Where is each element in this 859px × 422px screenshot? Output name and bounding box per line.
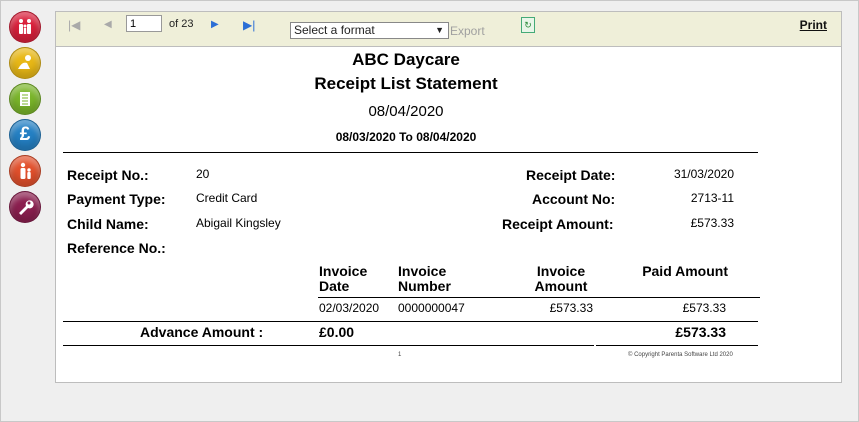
payment-type-label: Payment Type: xyxy=(67,191,166,207)
account-no-label: Account No: xyxy=(532,191,616,207)
range-to: 08/04/2020 xyxy=(416,130,477,144)
footer-divider-right xyxy=(596,345,758,346)
receipt-no-label: Receipt No.: xyxy=(67,167,149,183)
row-invoice-date: 02/03/2020 xyxy=(319,301,380,315)
report-toolbar: |◀ ◀ of 23 ▶ ▶| Select a format ▼ Export… xyxy=(56,12,841,47)
row-paid-amount: £573.33 xyxy=(682,301,726,315)
report-viewer: |◀ ◀ of 23 ▶ ▶| Select a format ▼ Export… xyxy=(55,11,842,383)
reference-no-label: Reference No.: xyxy=(67,240,166,256)
row-invoice-number: 0000000047 xyxy=(398,301,465,315)
left-nav: £ xyxy=(9,11,41,227)
next-page-icon[interactable]: ▶ xyxy=(211,19,219,30)
total-paid-value: £573.33 xyxy=(675,324,726,340)
copyright: © Copyright Parenta Software Ltd 2020 xyxy=(628,352,733,358)
receipt-date-label: Receipt Date: xyxy=(526,167,616,183)
th-paid-amount: Paid Amount xyxy=(642,263,728,279)
row-divider xyxy=(63,321,758,322)
report-page: ABC Daycare Receipt List Statement 08/04… xyxy=(56,46,841,382)
company-name: ABC Daycare xyxy=(352,50,460,69)
row-invoice-amount: £573.33 xyxy=(549,301,593,315)
pound-symbol: £ xyxy=(19,124,31,145)
range-to-word: To xyxy=(399,130,413,144)
header-divider xyxy=(63,152,758,153)
report-title: Receipt List Statement xyxy=(314,74,498,93)
page-number: 1 xyxy=(398,352,402,358)
advance-amount-value: £0.00 xyxy=(319,324,355,340)
advance-amount-label: Advance Amount : xyxy=(140,324,264,340)
refresh-icon[interactable]: ↻ xyxy=(521,17,535,33)
child-name-value: Abigail Kingsley xyxy=(196,216,281,230)
date-range: 08/03/2020 To 08/04/2020 xyxy=(56,130,756,144)
first-page-icon[interactable]: |◀ xyxy=(68,18,80,32)
app-frame: £ |◀ ◀ of 23 ▶ ▶| Select a format ▼ Expo… xyxy=(0,0,859,422)
th-invoice-date: Invoice Date xyxy=(319,263,368,294)
parent-child-icon[interactable] xyxy=(9,155,41,187)
wrench-icon[interactable] xyxy=(9,191,41,223)
receipt-date-value: 31/03/2020 xyxy=(673,167,734,181)
payment-type-value: Credit Card xyxy=(196,191,258,205)
receipt-amount-value: £573.33 xyxy=(690,216,734,230)
table-header-divider xyxy=(318,297,760,298)
document-list-icon[interactable] xyxy=(9,83,41,115)
pound-icon[interactable]: £ xyxy=(9,119,41,151)
print-link[interactable]: Print xyxy=(800,18,827,32)
receipt-no-value: 20 xyxy=(196,167,210,181)
format-select-value: Select a format xyxy=(294,23,375,37)
family-icon[interactable] xyxy=(9,11,41,43)
page-number-input[interactable] xyxy=(126,15,162,32)
export-format-select[interactable]: Select a format ▼ xyxy=(290,22,449,39)
previous-page-icon[interactable]: ◀ xyxy=(104,19,112,30)
export-link[interactable]: Export xyxy=(450,24,485,38)
page-count: of 23 xyxy=(169,18,194,30)
receipt-amount-label: Receipt Amount: xyxy=(502,216,614,232)
th-invoice-amount: Invoice Amount xyxy=(534,263,588,294)
th-invoice-number: Invoice Number xyxy=(398,263,451,294)
dropdown-arrow-icon: ▼ xyxy=(435,25,444,35)
account-no-value: 2713-11 xyxy=(690,191,734,205)
footer-divider-left xyxy=(63,345,594,346)
range-from: 08/03/2020 xyxy=(335,130,396,144)
print-date: 08/04/2020 xyxy=(368,103,444,120)
last-page-icon[interactable]: ▶| xyxy=(243,18,255,32)
child-play-icon[interactable] xyxy=(9,47,41,79)
child-name-label: Child Name: xyxy=(67,216,149,232)
